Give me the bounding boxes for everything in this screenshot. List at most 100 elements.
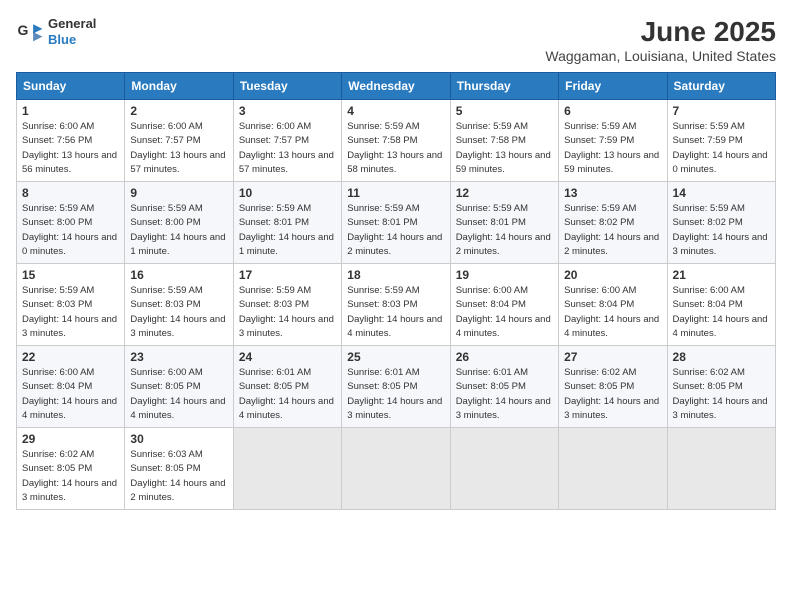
day-number: 2 — [130, 104, 227, 118]
day-number: 23 — [130, 350, 227, 364]
sunrise-text: Sunrise: 5:59 AM — [347, 120, 444, 134]
sunset-text: Sunset: 8:05 PM — [239, 380, 336, 394]
calendar-cell: 11Sunrise: 5:59 AMSunset: 8:01 PMDayligh… — [342, 182, 450, 264]
daylight-text: Daylight: 14 hours and 4 minutes. — [347, 313, 444, 342]
sunset-text: Sunset: 7:57 PM — [239, 134, 336, 148]
cell-details: Sunrise: 5:59 AMSunset: 8:02 PMDaylight:… — [564, 202, 661, 259]
sunrise-text: Sunrise: 5:59 AM — [239, 284, 336, 298]
calendar-cell: 18Sunrise: 5:59 AMSunset: 8:03 PMDayligh… — [342, 264, 450, 346]
calendar-cell: 12 Sunrise: 5:59 AMSunset: 8:01 PMDayligh… — [450, 182, 558, 264]
daylight-text: Daylight: 14 hours and 1 minute. — [239, 231, 336, 260]
cell-details: Sunrise: 6:02 AMSunset: 8:05 PMDaylight:… — [22, 448, 119, 505]
weekday-header-cell: Monday — [125, 73, 233, 100]
calendar-week-row: 8Sunrise: 5:59 AMSunset: 8:00 PMDaylight… — [17, 182, 776, 264]
day-number: 28 — [673, 350, 770, 364]
calendar-cell: 19 Sunrise: 6:00 AMSunset: 8:04 PMDayligh… — [450, 264, 558, 346]
sunrise-text: Sunrise: 6:02 AM — [564, 366, 661, 380]
weekday-header-cell: Tuesday — [233, 73, 341, 100]
day-number: 26 — [456, 350, 553, 364]
daylight-text: Daylight: 13 hours and 57 minutes. — [130, 149, 227, 178]
sunset-text: Sunset: 8:00 PM — [22, 216, 119, 230]
day-number: 25 — [347, 350, 444, 364]
daylight-text: Daylight: 14 hours and 3 minutes. — [130, 313, 227, 342]
sunset-text: Sunset: 8:05 PM — [673, 380, 770, 394]
weekday-header-row: SundayMondayTuesdayWednesdayThursdayFrid… — [17, 73, 776, 100]
sunset-text: Sunset: 8:04 PM — [22, 380, 119, 394]
day-number: 7 — [673, 104, 770, 118]
weekday-header-cell: Friday — [559, 73, 667, 100]
sunrise-text: Sunrise: 5:59 AM — [130, 202, 227, 216]
daylight-text: Daylight: 14 hours and 2 minutes. — [456, 231, 553, 260]
sunrise-text: Sunrise: 6:00 AM — [130, 120, 227, 134]
day-number: 15 — [22, 268, 119, 282]
sunrise-text: Sunrise: 6:00 AM — [22, 120, 119, 134]
cell-details: Sunrise: 5:59 AMSunset: 7:58 PMDaylight:… — [347, 120, 444, 177]
calendar-cell: 23Sunrise: 6:00 AMSunset: 8:05 PMDayligh… — [125, 346, 233, 428]
sunrise-text: Sunrise: 6:00 AM — [22, 366, 119, 380]
cell-details: Sunrise: 5:59 AMSunset: 7:58 PMDaylight:… — [456, 120, 553, 177]
sunrise-text: Sunrise: 5:59 AM — [239, 202, 336, 216]
calendar-cell: 28Sunrise: 6:02 AMSunset: 8:05 PMDayligh… — [667, 346, 775, 428]
sunset-text: Sunset: 8:01 PM — [347, 216, 444, 230]
weekday-header-cell: Wednesday — [342, 73, 450, 100]
calendar-cell: 29 Sunrise: 6:02 AMSunset: 8:05 PMDayligh… — [17, 428, 125, 510]
calendar-cell: 15 Sunrise: 5:59 AMSunset: 8:03 PMDayligh… — [17, 264, 125, 346]
day-number: 12 — [456, 186, 553, 200]
cell-details: Sunrise: 6:00 AMSunset: 8:04 PMDaylight:… — [456, 284, 553, 341]
sunset-text: Sunset: 8:02 PM — [564, 216, 661, 230]
day-number: 19 — [456, 268, 553, 282]
calendar-cell: 25 Sunrise: 6:01 AMSunset: 8:05 PMDayligh… — [342, 346, 450, 428]
day-number: 29 — [22, 432, 119, 446]
calendar-cell — [667, 428, 775, 510]
logo-text: General Blue — [48, 16, 96, 47]
weekday-header-cell: Sunday — [17, 73, 125, 100]
calendar-cell — [559, 428, 667, 510]
calendar-cell: 22Sunrise: 6:00 AMSunset: 8:04 PMDayligh… — [17, 346, 125, 428]
day-number: 27 — [564, 350, 661, 364]
calendar-cell — [450, 428, 558, 510]
sunrise-text: Sunrise: 5:59 AM — [347, 202, 444, 216]
cell-details: Sunrise: 5:59 AMSunset: 8:03 PMDaylight:… — [22, 284, 119, 341]
cell-details: Sunrise: 5:59 AMSunset: 8:01 PMDaylight:… — [347, 202, 444, 259]
daylight-text: Daylight: 14 hours and 0 minutes. — [673, 149, 770, 178]
sunrise-text: Sunrise: 6:00 AM — [239, 120, 336, 134]
cell-details: Sunrise: 6:01 AMSunset: 8:05 PMDaylight:… — [347, 366, 444, 423]
sunset-text: Sunset: 7:58 PM — [456, 134, 553, 148]
calendar-cell: 20Sunrise: 6:00 AMSunset: 8:04 PMDayligh… — [559, 264, 667, 346]
header: G General Blue June 2025 Waggaman, Louis… — [16, 16, 776, 64]
sunset-text: Sunset: 8:05 PM — [22, 462, 119, 476]
cell-details: Sunrise: 5:59 AMSunset: 7:59 PMDaylight:… — [564, 120, 661, 177]
daylight-text: Daylight: 14 hours and 3 minutes. — [22, 477, 119, 506]
cell-details: Sunrise: 5:59 AMSunset: 8:01 PMDaylight:… — [456, 202, 553, 259]
calendar-cell: 30Sunrise: 6:03 AMSunset: 8:05 PMDayligh… — [125, 428, 233, 510]
sunset-text: Sunset: 7:59 PM — [673, 134, 770, 148]
daylight-text: Daylight: 14 hours and 2 minutes. — [130, 477, 227, 506]
daylight-text: Daylight: 14 hours and 3 minutes. — [22, 313, 119, 342]
sunrise-text: Sunrise: 5:59 AM — [22, 202, 119, 216]
sunrise-text: Sunrise: 6:00 AM — [564, 284, 661, 298]
calendar-cell: 2Sunrise: 6:00 AMSunset: 7:57 PMDaylight… — [125, 100, 233, 182]
sunset-text: Sunset: 8:02 PM — [673, 216, 770, 230]
calendar-cell: 26Sunrise: 6:01 AMSunset: 8:05 PMDayligh… — [450, 346, 558, 428]
logo: G General Blue — [16, 16, 96, 47]
logo-line2: Blue — [48, 32, 96, 48]
sunrise-text: Sunrise: 5:59 AM — [456, 120, 553, 134]
calendar-cell: 7Sunrise: 5:59 AMSunset: 7:59 PMDaylight… — [667, 100, 775, 182]
sunset-text: Sunset: 8:01 PM — [239, 216, 336, 230]
cell-details: Sunrise: 6:02 AMSunset: 8:05 PMDaylight:… — [564, 366, 661, 423]
day-number: 17 — [239, 268, 336, 282]
sunset-text: Sunset: 7:59 PM — [564, 134, 661, 148]
svg-text:G: G — [18, 22, 29, 38]
daylight-text: Daylight: 14 hours and 2 minutes. — [564, 231, 661, 260]
day-number: 6 — [564, 104, 661, 118]
calendar-cell: 9Sunrise: 5:59 AMSunset: 8:00 PMDaylight… — [125, 182, 233, 264]
day-number: 20 — [564, 268, 661, 282]
cell-details: Sunrise: 5:59 AMSunset: 8:01 PMDaylight:… — [239, 202, 336, 259]
daylight-text: Daylight: 13 hours and 57 minutes. — [239, 149, 336, 178]
sunset-text: Sunset: 7:56 PM — [22, 134, 119, 148]
daylight-text: Daylight: 14 hours and 3 minutes. — [456, 395, 553, 424]
calendar-cell: 21Sunrise: 6:00 AMSunset: 8:04 PMDayligh… — [667, 264, 775, 346]
calendar-table: SundayMondayTuesdayWednesdayThursdayFrid… — [16, 72, 776, 510]
day-number: 18 — [347, 268, 444, 282]
sunrise-text: Sunrise: 6:00 AM — [456, 284, 553, 298]
